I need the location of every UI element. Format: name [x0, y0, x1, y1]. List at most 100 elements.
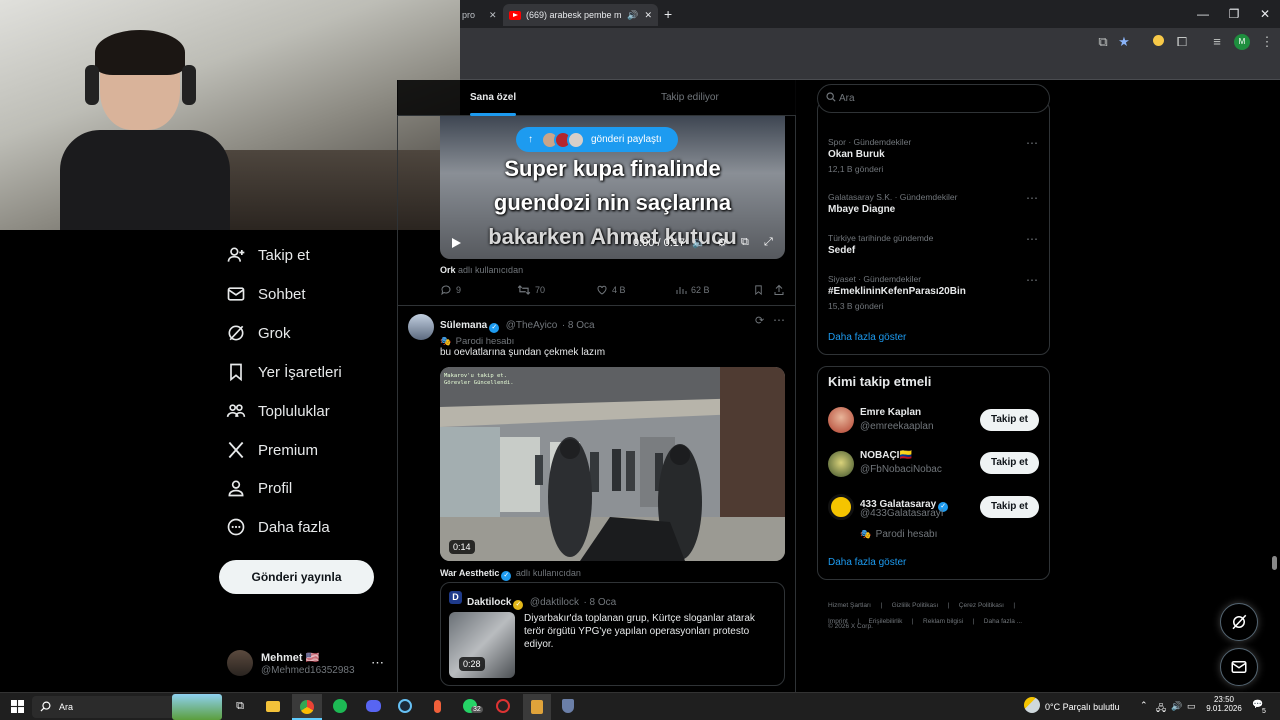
star-bookmark-icon[interactable]: ★	[1116, 34, 1132, 50]
trend-more-icon[interactable]: ⋯	[1026, 232, 1038, 246]
tab-close-icon[interactable]: ✕	[644, 10, 652, 21]
new-posts-pill[interactable]: ↑ gönderi paylaştı	[516, 127, 678, 152]
play-icon[interactable]	[450, 237, 462, 249]
extensions-puzzle-icon[interactable]: ⧠	[1174, 34, 1190, 50]
windows-start-icon[interactable]	[7, 697, 27, 715]
chevron-up-icon[interactable]: ⌃	[1140, 700, 1148, 711]
media-control-icon[interactable]: ≡	[1209, 34, 1225, 50]
file-explorer-icon[interactable]	[263, 697, 283, 715]
nav-item-profile[interactable]: Profil	[226, 473, 292, 503]
nav-item-grok[interactable]: Grok	[226, 318, 291, 348]
follow-button[interactable]: Takip et	[980, 409, 1039, 431]
trend-name[interactable]: Mbaye Diagne	[828, 204, 895, 215]
nav-item-bookmarks[interactable]: Yer İşaretleri	[226, 357, 342, 387]
post-date[interactable]: · 8 Oca	[562, 320, 595, 331]
tab-following[interactable]: Takip ediliyor	[661, 92, 719, 103]
footer-link-terms[interactable]: Hizmet Şartları	[828, 602, 871, 609]
show-more-suggestions-link[interactable]: Daha fazla göster	[828, 557, 906, 568]
trend-more-icon[interactable]: ⋯	[1026, 273, 1038, 287]
network-icon[interactable]: 🖧	[1156, 701, 1166, 717]
grok-fab-button[interactable]	[1220, 603, 1258, 641]
footer-link-ads-info[interactable]: Reklam bilgisi	[923, 618, 963, 625]
nav-item-communities[interactable]: Topluluklar	[226, 396, 330, 426]
source-name[interactable]: War Aesthetic	[440, 568, 499, 578]
speaker-icon[interactable]: 🔊	[1171, 701, 1182, 712]
video-player[interactable]: Makarov'u takip et. Görevler Güncellendi…	[440, 367, 785, 561]
browser-tab-active[interactable]: (669) arabesk pembe mezar 🔊 ✕	[503, 4, 658, 26]
trend-more-icon[interactable]: ⋯	[1026, 136, 1038, 150]
nav-item-follow[interactable]: Takip et	[226, 240, 310, 270]
discord-icon[interactable]	[363, 697, 383, 715]
browser-menu-icon[interactable]: ⋮	[1259, 34, 1275, 50]
avatar[interactable]	[828, 451, 854, 477]
heart-icon	[597, 285, 607, 295]
author-handle[interactable]: @TheAyico	[506, 320, 558, 331]
suggestion-name[interactable]: Emre Kaplan	[860, 407, 921, 418]
avatar[interactable]	[828, 494, 854, 520]
app-icon[interactable]	[493, 697, 513, 715]
page-scrollbar[interactable]	[1270, 80, 1280, 692]
install-app-icon[interactable]: ⧉	[1095, 34, 1111, 50]
spotify-icon[interactable]	[330, 697, 350, 715]
browser-tab-inactive[interactable]: pro ✕	[462, 4, 497, 26]
speaker-icon[interactable]: 🔊	[627, 10, 638, 21]
trend-name[interactable]: Sedef	[828, 245, 855, 256]
weather-text[interactable]: 0°C Parçalı bulutlu	[1045, 702, 1120, 712]
picture-in-picture-icon[interactable]: ⧉	[741, 236, 749, 249]
footer-link-more[interactable]: Daha fazla ...	[984, 618, 1022, 625]
tab-close-icon[interactable]: ✕	[489, 10, 497, 21]
messages-fab-button[interactable]	[1220, 648, 1258, 686]
fullscreen-icon[interactable]: ⤢	[764, 236, 773, 249]
account-menu-icon[interactable]: ⋯	[371, 655, 384, 671]
share-action[interactable]	[773, 284, 789, 296]
like-action[interactable]: 4 B	[596, 284, 626, 296]
nav-item-premium[interactable]: Premium	[226, 435, 318, 465]
profile-avatar-icon[interactable]: M	[1234, 34, 1250, 50]
bookmark-action[interactable]	[753, 284, 768, 296]
close-window-button[interactable]: ✕	[1250, 4, 1280, 24]
avatar[interactable]	[227, 650, 253, 676]
active-app-taskbar-button[interactable]	[523, 694, 551, 720]
suggestion-name[interactable]: NOBAÇI🇨🇴	[860, 450, 912, 461]
nav-item-more[interactable]: Daha fazla	[226, 512, 330, 542]
follow-button[interactable]: Takip et	[980, 452, 1039, 474]
footer-link-accessibility[interactable]: Erişilebilirlik	[868, 618, 902, 625]
follow-button[interactable]: Takip et	[980, 496, 1039, 518]
volume-icon[interactable]: 🔈	[692, 236, 706, 249]
grok-explain-icon[interactable]: ⟳	[755, 314, 764, 327]
extension-yellow-icon[interactable]	[1150, 34, 1166, 50]
shield-icon[interactable]	[558, 697, 578, 715]
nav-item-chat[interactable]: Sohbet	[226, 279, 306, 309]
avatar[interactable]	[408, 314, 434, 340]
battery-icon[interactable]: ▭	[1187, 701, 1196, 712]
repost-action[interactable]: 70	[517, 284, 545, 296]
footer-link-privacy[interactable]: Gizlilik Politikası	[892, 602, 939, 609]
search-icon	[40, 701, 51, 712]
settings-gear-icon[interactable]: ⚙	[717, 236, 727, 249]
more-options-icon[interactable]: ⋯	[773, 313, 785, 327]
post-button[interactable]: Gönderi yayınla	[219, 560, 374, 594]
microphone-icon[interactable]	[427, 697, 447, 715]
weather-icon[interactable]	[1024, 697, 1040, 713]
scrollbar-thumb[interactable]	[1272, 556, 1277, 570]
steam-icon[interactable]	[395, 697, 415, 715]
restore-button[interactable]: ❐	[1219, 4, 1249, 24]
footer-link-cookies[interactable]: Çerez Politikası	[959, 602, 1004, 609]
trend-name[interactable]: #EmeklininKefenParası20Bin	[828, 286, 966, 297]
minimize-button[interactable]: —	[1188, 4, 1218, 24]
chrome-taskbar-button[interactable]	[292, 694, 322, 720]
author-name[interactable]: Sülemana	[440, 320, 487, 331]
new-tab-button[interactable]: +	[664, 6, 672, 22]
quote-video-thumbnail[interactable]: 0:28	[449, 612, 515, 678]
profile-name[interactable]: Mehmet 🇺🇸	[261, 651, 319, 664]
source-name[interactable]: Ork	[440, 265, 456, 275]
trend-more-icon[interactable]: ⋯	[1026, 191, 1038, 205]
trend-name[interactable]: Okan Buruk	[828, 149, 885, 160]
avatar[interactable]	[828, 407, 854, 433]
views-action[interactable]: 62 B	[675, 284, 710, 296]
reply-action[interactable]: 9	[440, 284, 461, 296]
task-view-icon[interactable]: ⧉	[230, 697, 250, 715]
show-more-trends-link[interactable]: Daha fazla göster	[828, 332, 906, 343]
clock[interactable]: 23:50 9.01.2026	[1204, 695, 1244, 713]
tab-for-you[interactable]: Sana özel	[470, 92, 516, 103]
